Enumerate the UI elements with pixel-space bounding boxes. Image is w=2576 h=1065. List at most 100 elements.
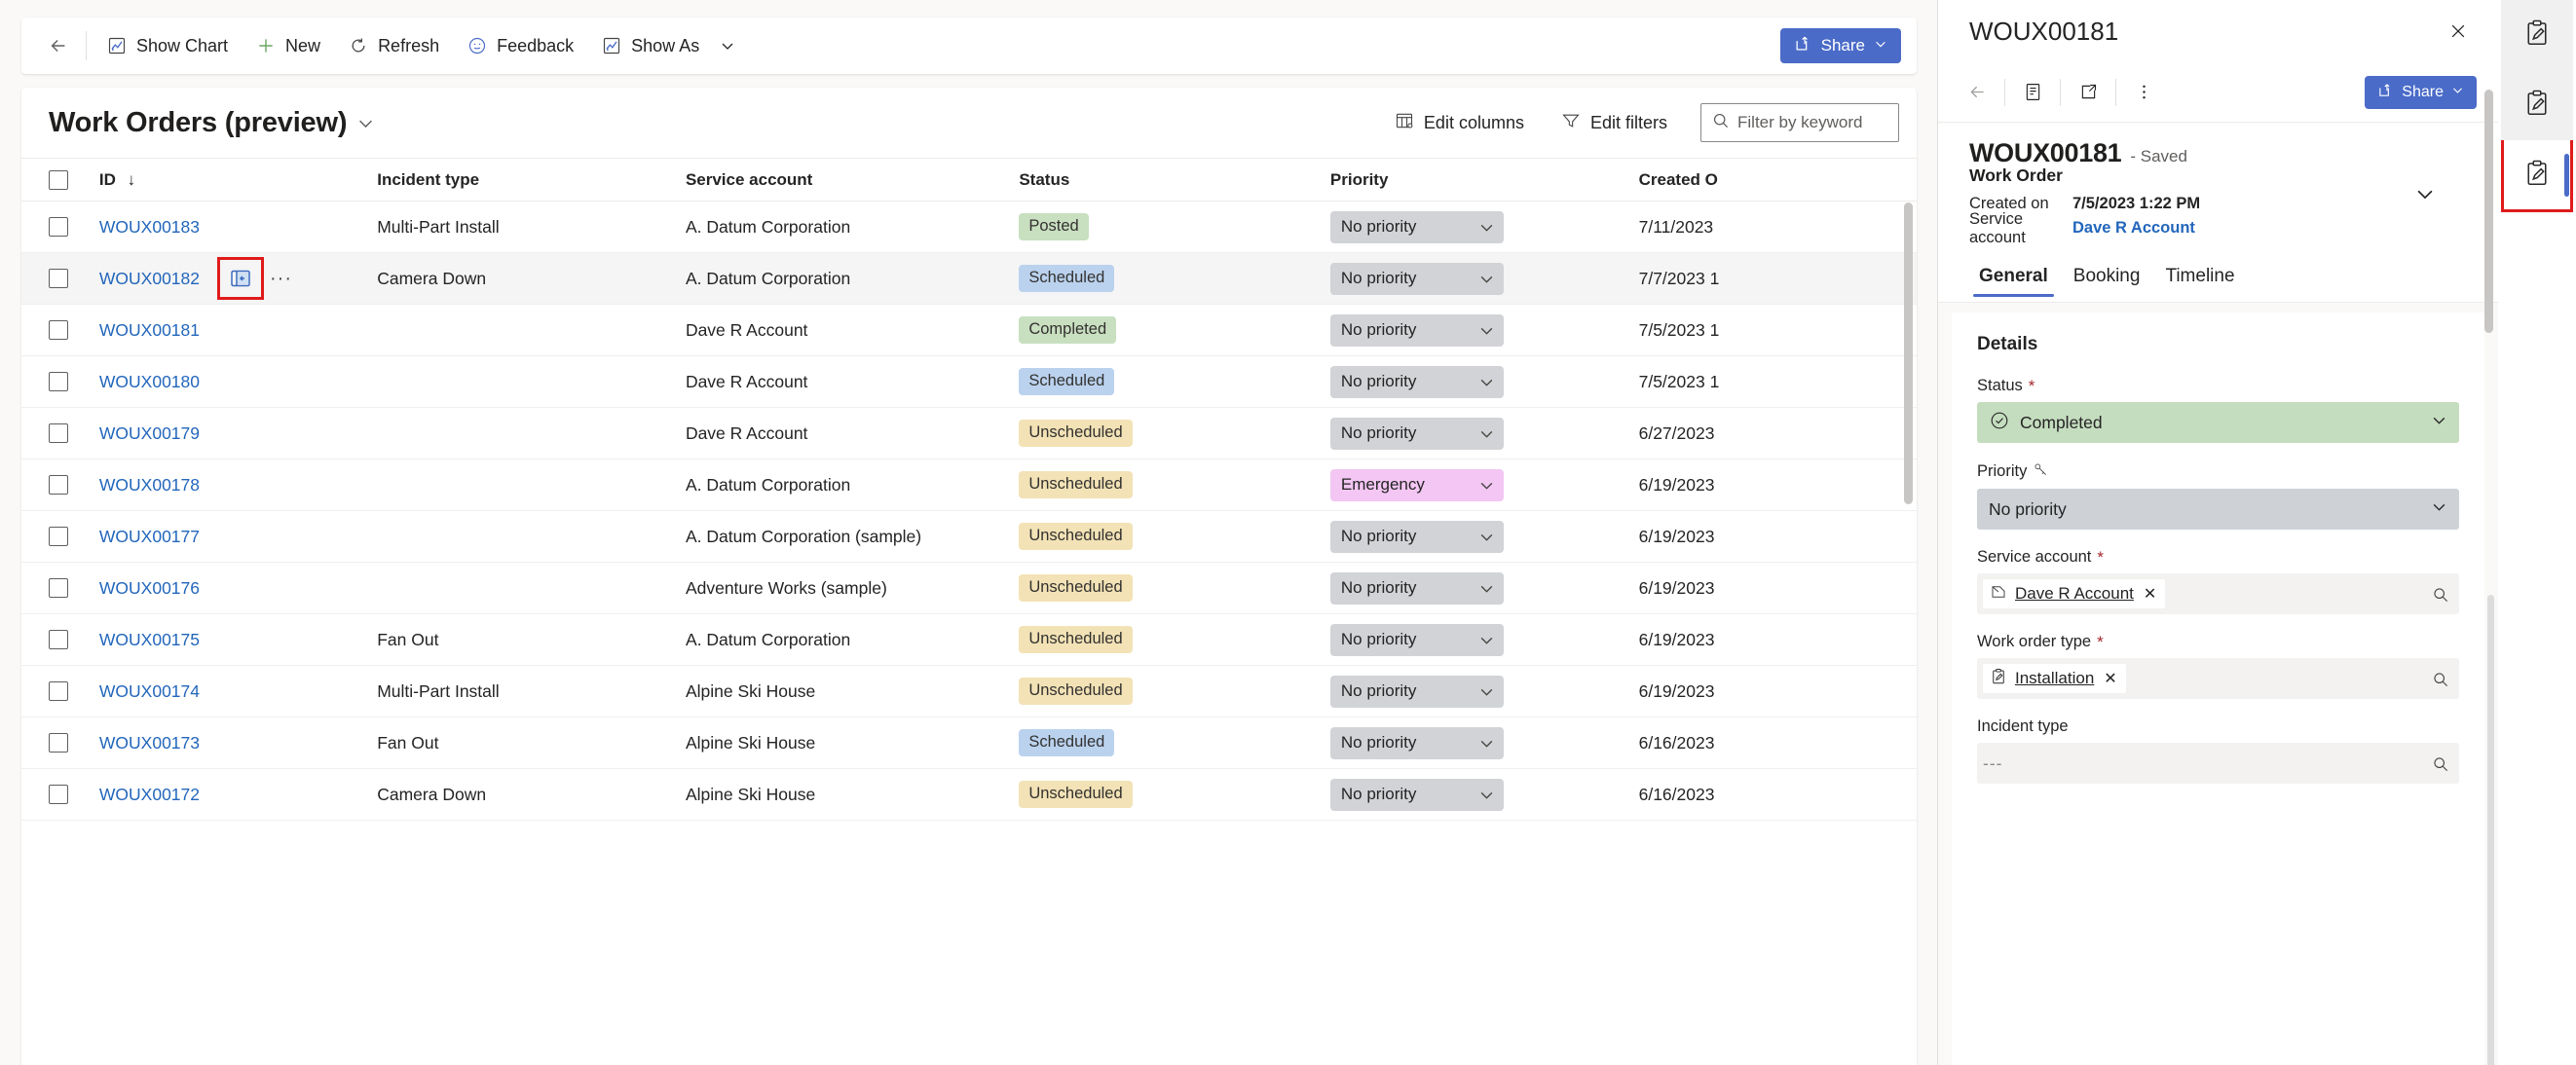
table-row[interactable]: WOUX00173 Fan Out Alpine Ski House Schedule… [21,716,1917,769]
lookup-chip[interactable]: Dave R Account ✕ [1983,579,2166,608]
record-link[interactable]: WOUX00176 [99,578,200,599]
table-row[interactable]: WOUX00177 A. Datum Corporation (sample) Un… [21,510,1917,563]
priority-dropdown[interactable]: No priority [1329,520,1504,553]
table-row[interactable]: WOUX00174 Multi-Part Install Alpine Ski Ho… [21,665,1917,717]
row-checkbox[interactable] [49,733,68,753]
row-checkbox[interactable] [49,630,68,649]
priority-dropdown[interactable]: No priority [1329,571,1504,605]
lookup-search-icon[interactable] [2431,585,2449,604]
priority-dropdown[interactable]: No priority [1329,262,1504,295]
edit-columns-button[interactable]: Edit columns [1383,104,1536,141]
tab-timeline[interactable]: Timeline [2155,251,2244,302]
select-all-checkbox[interactable] [49,169,68,190]
row-checkbox[interactable] [49,785,68,804]
view-selector-chevron-down-icon[interactable] [356,114,375,132]
close-icon[interactable] [2442,15,2475,48]
record-service-account-value[interactable]: Dave R Account [2072,219,2195,238]
row-checkbox[interactable] [49,423,68,443]
lookup-search-icon[interactable] [2431,754,2449,773]
lookup-search-icon[interactable] [2431,670,2449,688]
row-checkbox[interactable] [49,269,68,288]
remove-lookup-icon[interactable]: ✕ [2142,584,2158,604]
form-selector-icon[interactable] [2013,73,2052,112]
priority-dropdown[interactable]: No priority [1329,210,1504,243]
rail-item-1[interactable] [2501,0,2573,70]
record-link[interactable]: WOUX00182 [99,269,200,289]
priority-dropdown[interactable]: No priority [1329,726,1504,759]
grid-scrollbar[interactable] [1904,202,1913,1065]
column-header-service-account[interactable]: Service account [685,158,1020,202]
more-commands-icon[interactable] [2124,73,2163,112]
row-checkbox[interactable] [49,372,68,391]
column-header-created-on[interactable]: Created O [1638,158,1917,202]
search-input[interactable] [1737,113,1888,132]
show-chart-button[interactable]: Show Chart [94,26,240,65]
column-header-priority[interactable]: Priority [1329,158,1639,202]
table-row[interactable]: WOUX00183 Multi-Part Install A. Datum Corp… [21,201,1917,253]
record-link[interactable]: WOUX00180 [99,372,200,392]
remove-lookup-icon[interactable]: ✕ [2102,669,2118,688]
record-link[interactable]: WOUX00177 [99,527,200,547]
table-row[interactable]: WOUX00178 A. Datum Corporation Unscheduled… [21,459,1917,511]
record-link[interactable]: WOUX00175 [99,630,200,650]
side-pane-scrollbar-thumb[interactable] [2484,90,2493,333]
field-lookup[interactable]: Dave R Account ✕ [1977,573,2459,614]
pane-back-button[interactable] [1958,73,1997,112]
pane-share-button[interactable]: Share [2365,75,2477,109]
lookup-value[interactable]: Installation [2015,669,2094,688]
record-link[interactable]: WOUX00174 [99,681,200,702]
table-row[interactable]: WOUX00176 Adventure Works (sample) Unsched… [21,562,1917,614]
table-row[interactable]: WOUX00172 Camera Down Alpine Ski House Unsc… [21,768,1917,821]
column-header-id[interactable]: ID ↓ [98,158,378,202]
side-pane-form-scrollbar[interactable] [2487,595,2494,1065]
edit-filters-button[interactable]: Edit filters [1549,104,1679,141]
side-pane-scrollbar[interactable] [2484,90,2493,333]
tab-general[interactable]: General [1969,251,2058,302]
side-pane-form-scrollbar-thumb[interactable] [2487,595,2494,1065]
priority-dropdown[interactable]: No priority [1329,417,1504,450]
record-link[interactable]: WOUX00172 [99,785,200,805]
record-link[interactable]: WOUX00178 [99,475,200,496]
row-checkbox[interactable] [49,475,68,495]
feedback-button[interactable]: Feedback [455,26,585,65]
priority-dropdown[interactable]: No priority [1329,313,1504,347]
rail-item-3[interactable] [2501,140,2573,210]
field-optionset[interactable]: No priority [1977,489,2459,530]
open-side-pane-icon[interactable] [217,257,264,300]
column-header-incident-type[interactable]: Incident type [377,158,686,202]
header-expand-chevron-down-icon[interactable] [2408,179,2442,208]
priority-dropdown[interactable]: No priority [1329,675,1504,708]
back-button[interactable] [37,24,80,67]
priority-dropdown[interactable]: No priority [1329,623,1504,656]
lookup-chip[interactable]: Installation ✕ [1983,664,2126,693]
priority-dropdown[interactable]: No priority [1329,365,1504,398]
field-lookup[interactable]: --- [1977,743,2459,784]
row-checkbox[interactable] [49,527,68,546]
priority-dropdown[interactable]: No priority [1329,778,1504,811]
record-link[interactable]: WOUX00181 [99,320,200,341]
table-row[interactable]: WOUX00181 Dave R Account Completed No prior… [21,304,1917,356]
show-as-button[interactable]: Show As [589,26,711,65]
rail-item-2[interactable] [2501,70,2573,140]
field-lookup[interactable]: Installation ✕ [1977,658,2459,699]
refresh-button[interactable]: Refresh [336,26,451,65]
record-link[interactable]: WOUX00179 [99,423,200,444]
priority-dropdown[interactable]: Emergency [1329,468,1504,501]
row-checkbox[interactable] [49,320,68,340]
row-more-commands-icon[interactable]: ··· [268,268,294,290]
field-optionset[interactable]: Completed [1977,402,2459,443]
table-row[interactable]: WOUX00180 Dave R Account Scheduled No prior… [21,355,1917,408]
record-link[interactable]: WOUX00183 [99,217,200,238]
new-button[interactable]: New [243,26,332,65]
lookup-value[interactable]: Dave R Account [2015,584,2134,604]
row-checkbox[interactable] [49,578,68,598]
grid-scrollbar-thumb[interactable] [1904,202,1913,504]
table-row[interactable]: WOUX00175 Fan Out A. Datum Corporation Unsc… [21,613,1917,666]
tab-booking[interactable]: Booking [2064,251,2150,302]
row-checkbox[interactable] [49,681,68,701]
table-row[interactable]: WOUX00182 ··· Camera Down A. Datum Corporat… [21,252,1917,305]
column-header-status[interactable]: Status [1019,158,1330,202]
row-checkbox[interactable] [49,217,68,237]
share-button[interactable]: Share [1779,28,1901,63]
show-as-chevron-down-icon[interactable] [713,26,742,65]
